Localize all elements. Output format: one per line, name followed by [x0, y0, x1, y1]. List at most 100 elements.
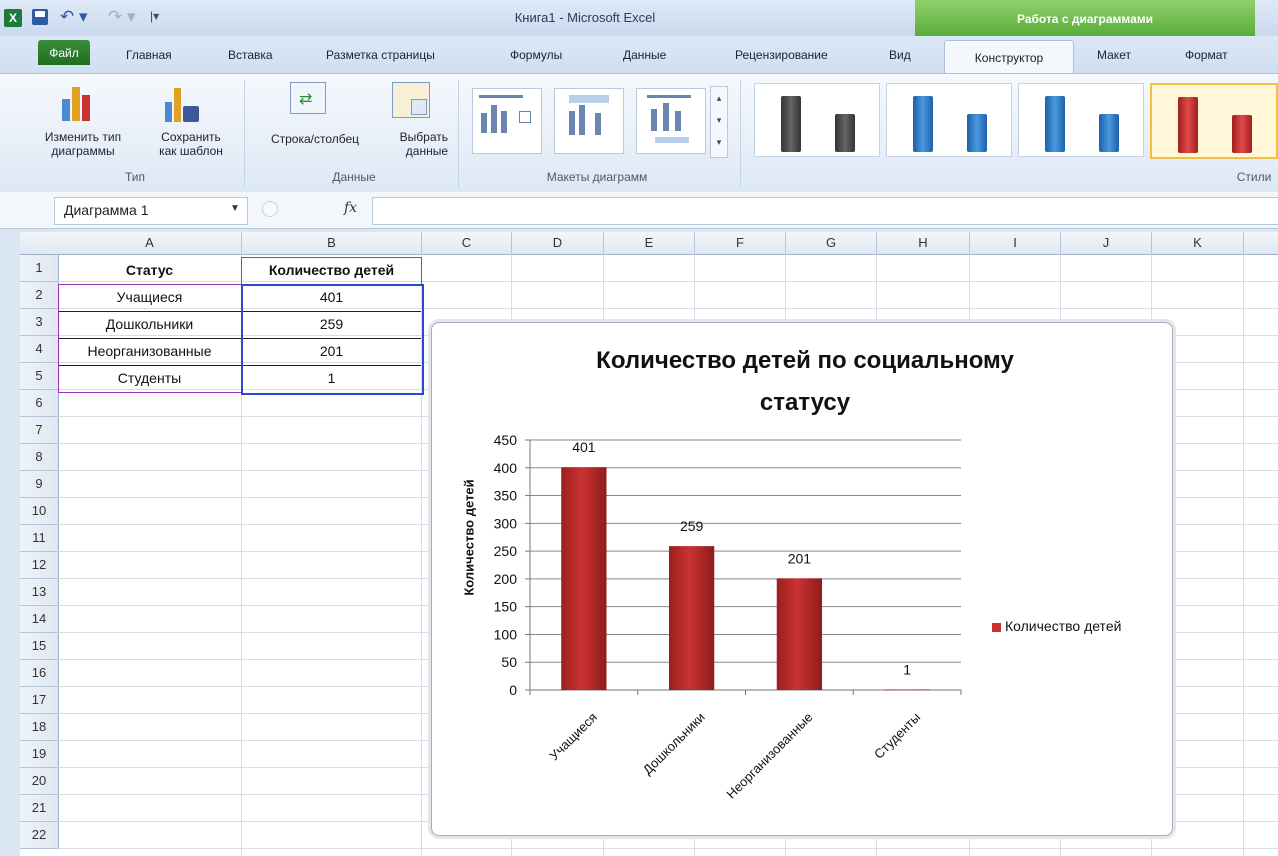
- group-separator: [458, 80, 459, 188]
- column-header-a[interactable]: A: [58, 232, 242, 255]
- save-as-template-button[interactable]: Сохранить как шаблон: [142, 130, 240, 158]
- quick-access-customize-icon[interactable]: |▾: [150, 9, 159, 23]
- column-header-b[interactable]: B: [242, 232, 422, 255]
- x-tick-label: Студенты: [871, 710, 923, 762]
- column-header-l[interactable]: [1244, 232, 1278, 255]
- formula-bar-expand-icon: [262, 201, 278, 217]
- save-icon[interactable]: [32, 9, 48, 25]
- column-header-d[interactable]: D: [512, 232, 604, 255]
- formula-input[interactable]: [372, 197, 1278, 225]
- x-tick-label: Дошкольники: [640, 710, 708, 778]
- column-header-j[interactable]: J: [1061, 232, 1152, 255]
- column-header-e[interactable]: E: [604, 232, 695, 255]
- row-header-19[interactable]: 19: [20, 741, 59, 768]
- window-title: Книга1 - Microsoft Excel: [514, 10, 656, 25]
- select-data-icon: [392, 82, 430, 118]
- column-header-c[interactable]: C: [422, 232, 512, 255]
- group-separator: [244, 80, 245, 188]
- cell-a1[interactable]: Статус: [58, 257, 241, 284]
- bar: [668, 546, 715, 690]
- y-tick-label: 100: [494, 626, 518, 642]
- row-header-1[interactable]: 1: [20, 255, 59, 282]
- select-data-label-2: данные: [405, 144, 448, 158]
- row-header-3[interactable]: 3: [20, 309, 59, 336]
- grid-line: [1243, 254, 1244, 856]
- row-header-7[interactable]: 7: [20, 417, 59, 444]
- group-label-data: Данные: [332, 170, 376, 184]
- tab-page-layout[interactable]: Разметка страницы: [326, 48, 435, 62]
- chart-style-thumbnail-selected[interactable]: [1150, 83, 1278, 159]
- row-header-20[interactable]: 20: [20, 768, 59, 795]
- chart-style-thumbnail[interactable]: [1018, 83, 1144, 157]
- row-header-11[interactable]: 11: [20, 525, 59, 552]
- bar: [884, 689, 930, 691]
- chart-layout-thumbnail[interactable]: [636, 88, 706, 154]
- insert-function-icon[interactable]: fx: [344, 200, 357, 216]
- select-all-corner[interactable]: [20, 232, 59, 255]
- row-header-18[interactable]: 18: [20, 714, 59, 741]
- tab-view[interactable]: Вид: [889, 48, 911, 62]
- y-tick-label: 50: [501, 654, 517, 670]
- column-header-f[interactable]: F: [695, 232, 786, 255]
- undo-icon[interactable]: ↶ ▾: [60, 7, 88, 27]
- row-header-15[interactable]: 15: [20, 633, 59, 660]
- row-header-12[interactable]: 12: [20, 552, 59, 579]
- chart-style-thumbnail[interactable]: [886, 83, 1012, 157]
- chart-style-thumbnail[interactable]: [754, 83, 880, 157]
- tab-design[interactable]: Конструктор: [944, 40, 1074, 75]
- tab-format[interactable]: Формат: [1185, 48, 1228, 62]
- row-header-6[interactable]: 6: [20, 390, 59, 417]
- row-header-17[interactable]: 17: [20, 687, 59, 714]
- row-header-16[interactable]: 16: [20, 660, 59, 687]
- redo-icon[interactable]: ↷ ▾: [108, 7, 136, 27]
- column-header-k[interactable]: K: [1152, 232, 1244, 255]
- row-header-14[interactable]: 14: [20, 606, 59, 633]
- row-header-13[interactable]: 13: [20, 579, 59, 606]
- layouts-scroll-more-icon[interactable]: ▴ ▾ ▾: [710, 86, 728, 158]
- name-box-value: Диаграмма 1: [64, 202, 149, 218]
- x-tick-label: Учащиеся: [546, 710, 600, 764]
- column-header-g[interactable]: G: [786, 232, 877, 255]
- tab-layout[interactable]: Макет: [1097, 48, 1131, 62]
- category-range-highlight: [58, 284, 242, 393]
- select-data-button[interactable]: Выбрать данные: [376, 130, 448, 158]
- y-tick-label: 350: [494, 488, 518, 504]
- row-header-4[interactable]: 4: [20, 336, 59, 363]
- y-tick-label: 150: [494, 599, 518, 615]
- data-label: 401: [572, 439, 596, 455]
- row-header-21[interactable]: 21: [20, 795, 59, 822]
- tab-data[interactable]: Данные: [623, 48, 666, 62]
- tab-home[interactable]: Главная: [126, 48, 172, 62]
- row-header-9[interactable]: 9: [20, 471, 59, 498]
- row-header-22[interactable]: 22: [20, 822, 59, 849]
- row-header-2[interactable]: 2: [20, 282, 59, 309]
- column-header-i[interactable]: I: [970, 232, 1061, 255]
- group-label-chart-styles: Стили: [1236, 170, 1272, 184]
- values-range-highlight: [241, 284, 424, 395]
- excel-logo-icon[interactable]: X: [4, 9, 22, 27]
- tab-file[interactable]: Файл: [38, 40, 90, 65]
- name-box-dropdown-icon[interactable]: ▼: [230, 203, 240, 214]
- row-header-10[interactable]: 10: [20, 498, 59, 525]
- column-header-h[interactable]: H: [877, 232, 970, 255]
- chart-layout-thumbnail[interactable]: [554, 88, 624, 154]
- chart-layout-thumbnail[interactable]: [472, 88, 542, 154]
- row-header-8[interactable]: 8: [20, 444, 59, 471]
- save-as-template-icon: [165, 84, 201, 122]
- bar: [776, 578, 823, 690]
- plot-area[interactable]: 0 50 100 150 200 250 300 350 400 450 401 Учащиеся 25…: [431, 322, 1171, 834]
- x-tick-label: Неорганизованные: [723, 710, 815, 802]
- row-header-5[interactable]: 5: [20, 363, 59, 390]
- change-chart-type-button[interactable]: Изменить тип диаграммы: [30, 130, 136, 158]
- legend-entry[interactable]: Количество детей: [1005, 618, 1121, 634]
- change-chart-type-label-1: Изменить тип: [44, 130, 122, 144]
- select-data-label-1: Выбрать: [399, 130, 448, 144]
- data-label: 1: [903, 661, 911, 677]
- y-tick-label: 0: [509, 682, 517, 698]
- switch-row-column-button[interactable]: Строка/столбец: [252, 132, 378, 146]
- tab-review[interactable]: Рецензирование: [735, 48, 828, 62]
- switch-row-column-icon: ⇄: [290, 82, 326, 114]
- tab-formulas[interactable]: Формулы: [510, 48, 562, 62]
- tab-insert[interactable]: Вставка: [228, 48, 273, 62]
- group-label-chart-layouts: Макеты диаграмм: [546, 170, 648, 184]
